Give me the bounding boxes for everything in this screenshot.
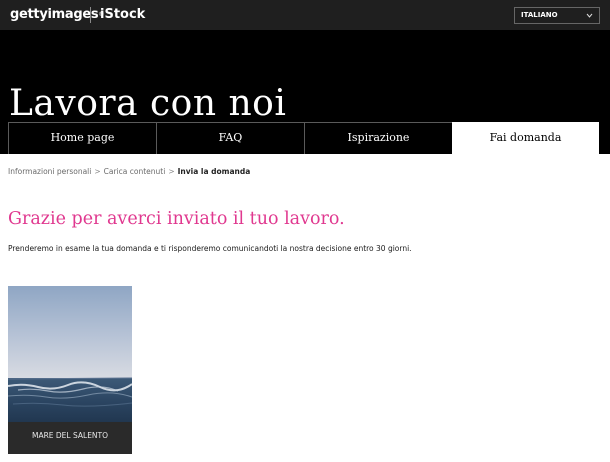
- main-nav: Home page FAQ Ispirazione Fai domanda: [0, 122, 610, 154]
- gettyimages-logo-text: gettyimages: [10, 7, 99, 22]
- breadcrumb: Informazioni personali > Carica contenuti >…: [8, 167, 250, 177]
- page-title: Lavora con noi: [9, 83, 287, 124]
- confirmation-message: Prenderemo in esame la tua domanda e ti …: [8, 244, 412, 253]
- nav-item-faq[interactable]: FAQ: [156, 122, 305, 154]
- top-bar: gettyimages® iStock ITALIANO: [0, 0, 610, 30]
- submission-card[interactable]: MARE DEL SALENTO: [8, 286, 132, 454]
- breadcrumb-step-submit: Invia la domanda: [177, 167, 251, 176]
- nav-item-fai-domanda[interactable]: Fai domanda: [452, 122, 599, 154]
- breadcrumb-separator: >: [168, 167, 175, 176]
- logo-divider: [90, 7, 91, 23]
- sea-photo: [8, 286, 132, 422]
- nav-item-home-page[interactable]: Home page: [8, 122, 157, 154]
- submission-caption: MARE DEL SALENTO: [8, 422, 132, 454]
- page-header: Lavora con noi: [0, 30, 610, 124]
- breadcrumb-step-upload[interactable]: Carica contenuti: [104, 167, 166, 176]
- breadcrumb-step-personal-info[interactable]: Informazioni personali: [8, 167, 91, 176]
- confirmation-heading: Grazie per averci inviato il tuo lavoro.: [8, 209, 345, 229]
- submission-thumbnail[interactable]: [8, 286, 132, 422]
- breadcrumb-separator: >: [94, 167, 101, 176]
- language-select-value: ITALIANO: [521, 11, 558, 19]
- istock-logo[interactable]: iStock: [100, 6, 145, 24]
- nav-item-ispirazione[interactable]: Ispirazione: [304, 122, 453, 154]
- chevron-down-icon: [586, 8, 593, 29]
- language-select[interactable]: ITALIANO: [514, 7, 600, 24]
